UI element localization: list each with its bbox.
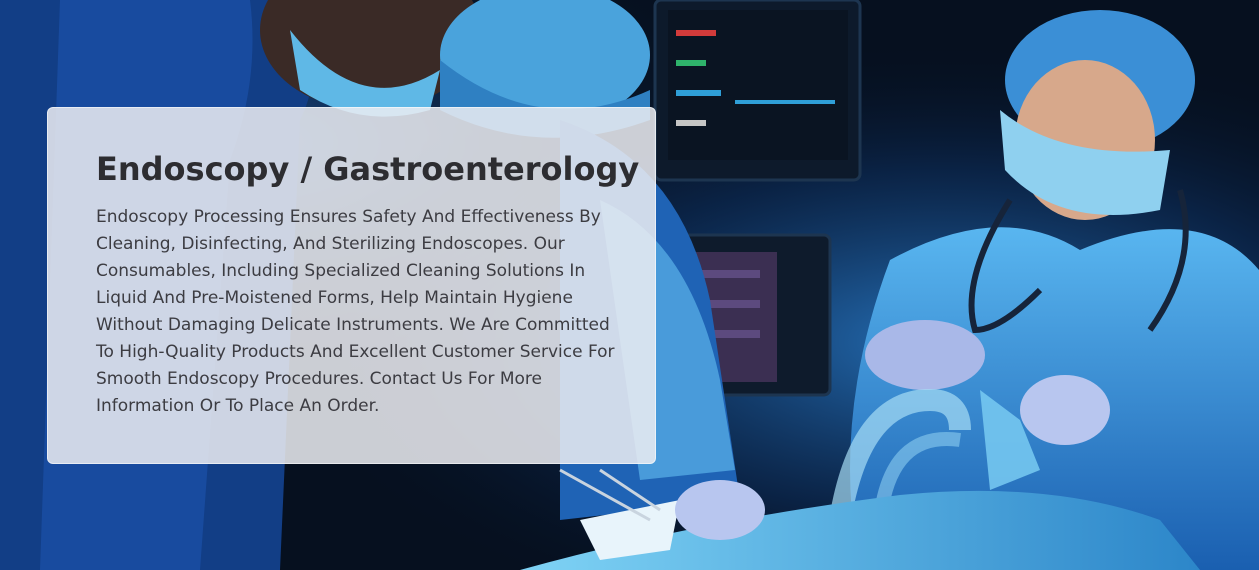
info-card: Endoscopy / Gastroenterology Endoscopy P… — [47, 107, 656, 464]
section-title: Endoscopy / Gastroenterology — [96, 150, 640, 188]
hero-banner: Endoscopy / Gastroenterology Endoscopy P… — [0, 0, 1259, 570]
section-description: Endoscopy Processing Ensures Safety And … — [96, 207, 615, 416]
